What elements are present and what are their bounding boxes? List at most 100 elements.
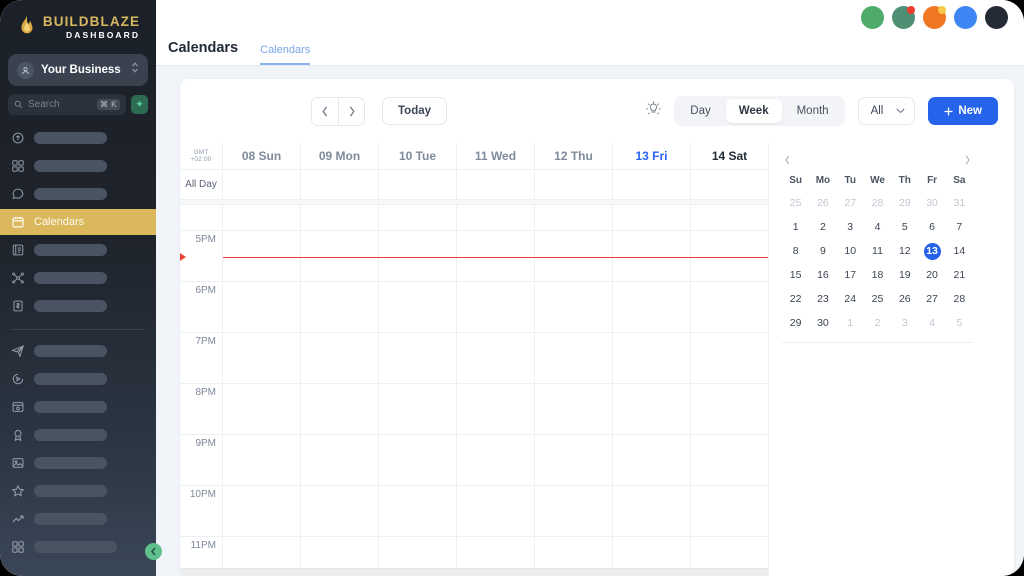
status-dot-teal-badge[interactable] — [892, 6, 915, 29]
slot-3-6[interactable] — [691, 384, 768, 435]
sidebar-item-14[interactable] — [0, 534, 156, 560]
slot-1-4[interactable] — [535, 282, 613, 333]
mini-day-2-1[interactable]: 9 — [809, 239, 836, 263]
mini-day-1-6[interactable]: 7 — [946, 215, 973, 239]
mini-day-3-3[interactable]: 18 — [864, 263, 891, 287]
slot-4-4[interactable] — [535, 435, 613, 486]
slot-3-4[interactable] — [535, 384, 613, 435]
mini-day-3-4[interactable]: 19 — [891, 263, 918, 287]
chevron-updown-icon[interactable] — [131, 61, 139, 79]
day-header-4[interactable]: 12 Thu — [535, 143, 613, 169]
slot-1-5[interactable] — [613, 282, 691, 333]
slot-partial-5[interactable] — [613, 205, 691, 231]
mini-day-5-4[interactable]: 3 — [891, 311, 918, 335]
mini-day-1-4[interactable]: 5 — [891, 215, 918, 239]
mini-day-4-2[interactable]: 24 — [837, 287, 864, 311]
mini-day-0-1[interactable]: 26 — [809, 191, 836, 215]
mini-day-4-1[interactable]: 23 — [809, 287, 836, 311]
new-event-button[interactable]: New — [928, 97, 998, 125]
slot-partial-2[interactable] — [379, 205, 457, 231]
mini-day-3-0[interactable]: 15 — [782, 263, 809, 287]
mini-day-4-5[interactable]: 27 — [918, 287, 945, 311]
mini-day-3-1[interactable]: 16 — [809, 263, 836, 287]
slot-4-2[interactable] — [379, 435, 457, 486]
all-day-cell-4[interactable] — [535, 170, 613, 199]
mini-day-0-2[interactable]: 27 — [837, 191, 864, 215]
sidebar-item-12[interactable] — [0, 478, 156, 504]
next-period-button[interactable] — [338, 97, 364, 125]
status-dot-orange[interactable] — [923, 6, 946, 29]
slot-1-2[interactable] — [379, 282, 457, 333]
view-week-button[interactable]: Week — [725, 99, 782, 123]
mini-day-5-3[interactable]: 2 — [864, 311, 891, 335]
slot-1-1[interactable] — [301, 282, 379, 333]
slot-6-6[interactable] — [691, 537, 768, 568]
slot-3-3[interactable] — [457, 384, 535, 435]
slot-2-4[interactable] — [535, 333, 613, 384]
slot-2-2[interactable] — [379, 333, 457, 384]
mini-next-month-button[interactable] — [964, 152, 971, 170]
day-header-5[interactable]: 13 Fri — [613, 143, 691, 169]
slot-5-0[interactable] — [223, 486, 301, 537]
mini-day-0-3[interactable]: 28 — [864, 191, 891, 215]
slot-partial-3[interactable] — [457, 205, 535, 231]
mini-day-5-0[interactable]: 29 — [782, 311, 809, 335]
all-day-cell-0[interactable] — [223, 170, 301, 199]
sidebar-item-10[interactable] — [0, 422, 156, 448]
horizontal-scrollbar[interactable] — [180, 568, 768, 576]
sidebar-item-7[interactable] — [0, 338, 156, 364]
mini-day-2-6[interactable]: 14 — [946, 239, 973, 263]
today-button[interactable]: Today — [382, 97, 448, 125]
slot-2-0[interactable] — [223, 333, 301, 384]
mini-day-5-1[interactable]: 30 — [809, 311, 836, 335]
mini-day-4-3[interactable]: 25 — [864, 287, 891, 311]
sidebar-item-6[interactable] — [0, 293, 156, 319]
mini-day-0-4[interactable]: 29 — [891, 191, 918, 215]
slot-5-5[interactable] — [613, 486, 691, 537]
mini-day-0-6[interactable]: 31 — [946, 191, 973, 215]
all-day-cell-2[interactable] — [379, 170, 457, 199]
mini-day-2-5[interactable]: 13 — [918, 239, 945, 263]
mini-day-4-4[interactable]: 26 — [891, 287, 918, 311]
slot-3-0[interactable] — [223, 384, 301, 435]
mini-day-2-3[interactable]: 11 — [864, 239, 891, 263]
slot-6-1[interactable] — [301, 537, 379, 568]
all-day-cell-3[interactable] — [457, 170, 535, 199]
tab-calendars[interactable]: Calendars — [260, 44, 311, 65]
mini-day-4-0[interactable]: 22 — [782, 287, 809, 311]
slot-2-5[interactable] — [613, 333, 691, 384]
mini-day-0-0[interactable]: 25 — [782, 191, 809, 215]
mini-day-3-6[interactable]: 21 — [946, 263, 973, 287]
all-day-cell-1[interactable] — [301, 170, 379, 199]
prev-period-button[interactable] — [312, 97, 338, 125]
slot-1-6[interactable] — [691, 282, 768, 333]
slot-6-4[interactable] — [535, 537, 613, 568]
mini-day-4-6[interactable]: 28 — [946, 287, 973, 311]
slot-1-3[interactable] — [457, 282, 535, 333]
view-month-button[interactable]: Month — [784, 99, 842, 123]
mini-day-3-2[interactable]: 17 — [837, 263, 864, 287]
business-selector[interactable]: Your Business — [8, 54, 148, 86]
day-header-6[interactable]: 14 Sat — [691, 143, 768, 169]
slot-3-1[interactable] — [301, 384, 379, 435]
slot-4-5[interactable] — [613, 435, 691, 486]
status-dot-green[interactable] — [861, 6, 884, 29]
slot-5-3[interactable] — [457, 486, 535, 537]
all-day-cell-6[interactable] — [691, 170, 768, 199]
sidebar-item-1[interactable] — [0, 153, 156, 179]
mini-day-5-2[interactable]: 1 — [837, 311, 864, 335]
slot-2-1[interactable] — [301, 333, 379, 384]
sidebar-item-11[interactable] — [0, 450, 156, 476]
slot-6-0[interactable] — [223, 537, 301, 568]
slot-5-6[interactable] — [691, 486, 768, 537]
slot-4-1[interactable] — [301, 435, 379, 486]
mini-day-1-3[interactable]: 4 — [864, 215, 891, 239]
status-dot-blue[interactable] — [954, 6, 977, 29]
mini-day-5-6[interactable]: 5 — [946, 311, 973, 335]
slot-3-5[interactable] — [613, 384, 691, 435]
sidebar-item-5[interactable] — [0, 265, 156, 291]
mini-day-1-5[interactable]: 6 — [918, 215, 945, 239]
slot-partial-4[interactable] — [535, 205, 613, 231]
sidebar-item-9[interactable] — [0, 394, 156, 420]
lightbulb-icon[interactable] — [646, 100, 662, 122]
